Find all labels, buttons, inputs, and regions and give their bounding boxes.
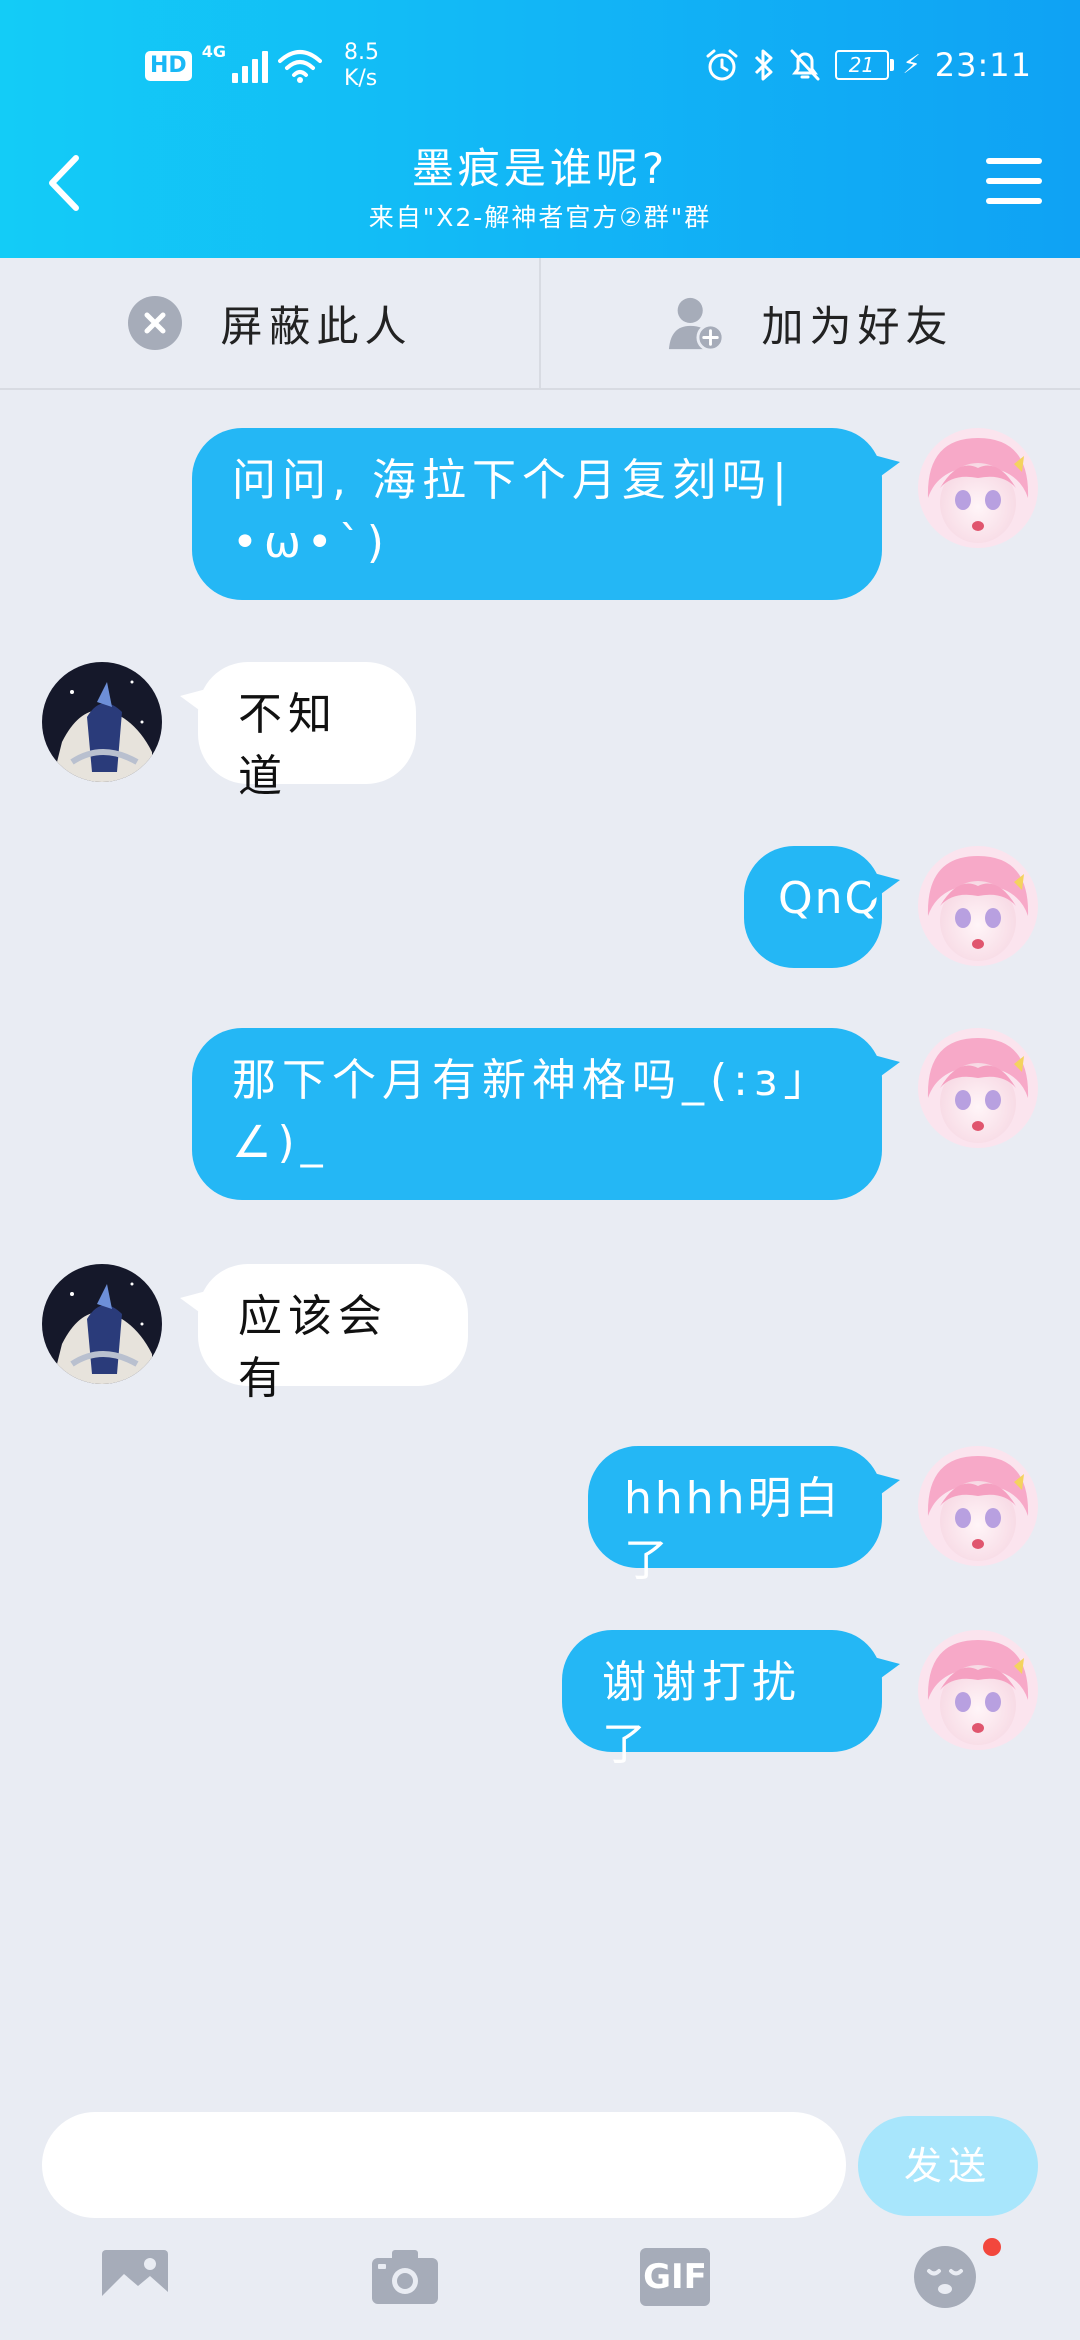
message-bubble-outgoing[interactable]: hhhh明白了 [588, 1446, 900, 1586]
emoji-icon [914, 2246, 976, 2308]
wifi-icon [277, 50, 322, 83]
my-avatar[interactable] [918, 428, 1038, 548]
avatar-dark-character-icon [42, 662, 162, 782]
my-avatar[interactable] [918, 1028, 1038, 1148]
network-speed: 8.5 K/s [343, 40, 379, 91]
avatar-anime-girl-icon [918, 1028, 1038, 1148]
my-avatar[interactable] [918, 1630, 1038, 1750]
contact-avatar[interactable] [42, 662, 162, 782]
message-bubble-incoming[interactable]: 不知道 [180, 662, 416, 802]
menu-button[interactable] [986, 158, 1042, 206]
add-friend-icon [667, 294, 726, 352]
camera-icon [372, 2250, 438, 2304]
battery-icon: 21 [834, 50, 894, 80]
avatar-anime-girl-icon [918, 1630, 1038, 1750]
status-bar: HD 4G 8.5 K/s 21 ⚡ 23:11 [0, 0, 1080, 130]
page-subtitle: 来自"X2-解神者官方②群"群 [368, 203, 712, 232]
avatar-anime-girl-icon [918, 428, 1038, 548]
avatar-dark-character-icon [42, 1264, 162, 1384]
emoji-button[interactable] [910, 2245, 980, 2309]
charging-icon: ⚡ [902, 50, 921, 80]
notification-badge [983, 2238, 1001, 2256]
my-avatar[interactable] [918, 1446, 1038, 1566]
menu-icon [986, 158, 1042, 164]
image-button[interactable] [100, 2245, 170, 2309]
hd-icon: HD [145, 51, 192, 81]
block-user-button[interactable]: 屏蔽此人 [0, 258, 539, 388]
message-bubble-outgoing[interactable]: 那下个月有新神格吗_(:з」∠)_ [192, 1028, 900, 1200]
add-friend-label: 加为好友 [761, 301, 954, 351]
page-title: 墨痕是谁呢? [411, 144, 669, 193]
signal-icon [231, 49, 268, 83]
camera-button[interactable] [370, 2245, 440, 2309]
bluetooth-icon [754, 49, 773, 81]
block-icon [126, 294, 184, 352]
message-bubble-incoming[interactable]: 应该会有 [180, 1264, 468, 1404]
mute-bell-icon [790, 49, 820, 81]
contact-avatar[interactable] [42, 1264, 162, 1384]
block-user-label: 屏蔽此人 [220, 301, 413, 351]
header: HD 4G 8.5 K/s 21 ⚡ 23:11 墨痕是谁呢? 来自"X2-解神… [0, 0, 1080, 258]
gif-icon: GIF [640, 2248, 710, 2306]
clock: 23:11 [934, 46, 1032, 84]
send-button[interactable]: 发送 [858, 2116, 1038, 2216]
alarm-icon [706, 49, 738, 81]
message-bubble-outgoing[interactable]: 问问, 海拉下个月复刻吗|•ω•`) [192, 428, 900, 600]
message-bubble-outgoing[interactable]: 谢谢打扰了 [562, 1630, 900, 1770]
avatar-anime-girl-icon [918, 846, 1038, 966]
my-avatar[interactable] [918, 846, 1038, 966]
gif-button[interactable]: GIF [640, 2245, 710, 2309]
add-friend-button[interactable]: 加为好友 [539, 258, 1080, 388]
network-type: 4G [201, 42, 226, 61]
message-bubble-outgoing[interactable]: QnQ [744, 846, 900, 968]
avatar-anime-girl-icon [918, 1446, 1038, 1566]
message-input[interactable] [42, 2112, 846, 2218]
action-bar: 屏蔽此人 加为好友 [0, 258, 1080, 390]
image-icon [102, 2250, 168, 2304]
